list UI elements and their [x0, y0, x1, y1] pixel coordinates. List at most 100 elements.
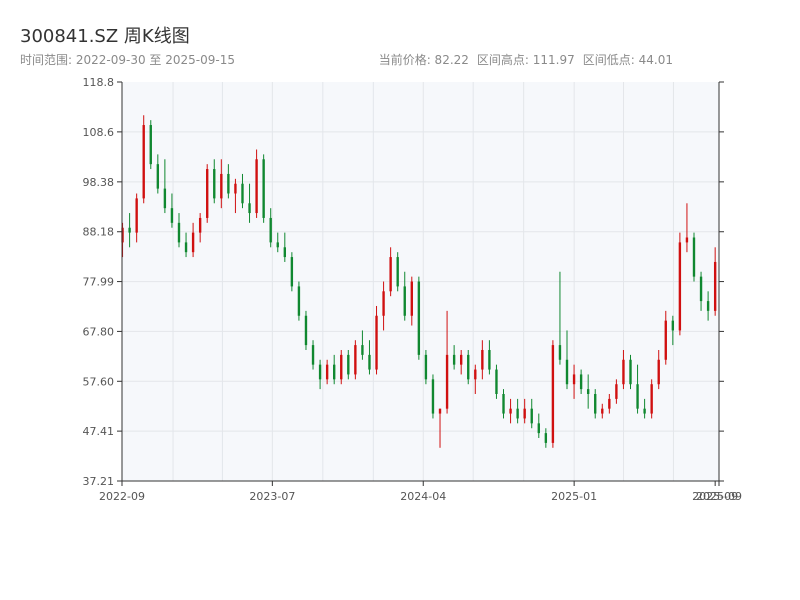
- candle: [255, 149, 258, 218]
- candle-body: [184, 242, 188, 253]
- candle-body: [142, 125, 145, 199]
- grid-layer: [122, 82, 719, 481]
- candle: [340, 349, 343, 385]
- candle: [692, 232, 696, 282]
- candle-body: [544, 433, 548, 443]
- y-tick-label: 37.21: [83, 475, 115, 488]
- kline-chart: 37.21 47.41 57.60 67.80 77.99 88.18 98.38 108.6…: [83, 76, 742, 503]
- candle-body: [220, 173, 223, 199]
- y-tick-label: 47.41: [83, 425, 115, 438]
- candle-body: [452, 354, 456, 365]
- candle-body: [318, 364, 322, 380]
- x-tick-label: 2023-07: [249, 490, 295, 503]
- y-tick-label: 77.99: [83, 276, 115, 289]
- candle-body: [191, 232, 195, 253]
- candle-body: [375, 315, 378, 370]
- candle: [290, 252, 294, 292]
- candle-body: [213, 169, 216, 199]
- candle-body: [283, 247, 287, 258]
- candle-body: [241, 183, 244, 204]
- candle: [495, 364, 498, 399]
- candle-body: [615, 384, 618, 399]
- candle-body: [636, 384, 639, 409]
- candle-body: [297, 286, 301, 316]
- candle-body: [424, 354, 428, 380]
- y-tick-label: 88.18: [83, 226, 115, 239]
- candle: [304, 310, 308, 350]
- candle-body: [530, 408, 533, 424]
- x-tick-label: 2022-09: [99, 490, 145, 503]
- candle-body: [699, 276, 703, 302]
- y-tick-label: 118.8: [83, 76, 115, 89]
- candle-body: [608, 398, 611, 409]
- candle-body: [495, 369, 498, 395]
- candle: [417, 276, 421, 360]
- candle: [375, 305, 378, 375]
- candle-body: [149, 125, 152, 165]
- candle-body: [629, 359, 632, 385]
- candle: [297, 281, 301, 321]
- y-tick-label: 57.60: [83, 375, 115, 388]
- candle-body: [333, 364, 336, 380]
- x-tick-label: 2025-01: [551, 490, 597, 503]
- candle-body: [445, 354, 449, 409]
- candle-body: [269, 217, 272, 243]
- candle-body: [198, 217, 202, 233]
- candle-body: [488, 349, 491, 370]
- candle-body: [396, 257, 399, 287]
- candle-body: [706, 301, 710, 311]
- candle: [431, 374, 435, 419]
- candle-body: [650, 384, 653, 414]
- candle-body: [417, 281, 421, 355]
- candle: [629, 354, 632, 390]
- candle-body: [325, 364, 329, 380]
- candle-body: [685, 237, 689, 243]
- candle: [354, 340, 357, 380]
- candle-body: [523, 408, 526, 419]
- y-tick-label: 67.80: [83, 325, 115, 338]
- candle-body: [347, 354, 350, 375]
- candle-body: [227, 173, 230, 194]
- candle-body: [537, 423, 540, 434]
- candle: [396, 252, 399, 292]
- candle-body: [403, 286, 406, 316]
- candle: [467, 349, 470, 385]
- candle-body: [622, 359, 625, 385]
- candle-body: [177, 222, 181, 243]
- candle: [424, 349, 428, 385]
- candle: [149, 120, 152, 170]
- candle-body: [135, 198, 138, 233]
- candle-body: [128, 227, 131, 233]
- candle-body: [502, 394, 505, 414]
- candle-body: [290, 257, 294, 287]
- candle-body: [382, 291, 385, 316]
- candle-body: [601, 408, 604, 414]
- y-tick-label: 98.38: [83, 176, 115, 189]
- candle: [262, 154, 265, 223]
- candle-body: [354, 345, 357, 375]
- candle-body: [262, 159, 265, 218]
- candle-body: [516, 408, 519, 419]
- candle-body: [163, 188, 167, 209]
- candle-body: [558, 345, 562, 360]
- candle-body: [572, 374, 576, 385]
- candle-body: [304, 315, 308, 346]
- candle-body: [276, 242, 279, 248]
- candle-body: [713, 261, 717, 311]
- candle: [206, 164, 209, 223]
- candle-body: [389, 257, 392, 292]
- candle-body: [509, 408, 512, 414]
- candle-body: [311, 345, 315, 365]
- candle-body: [551, 345, 555, 443]
- candle-body: [474, 369, 477, 380]
- candle-body: [657, 359, 660, 385]
- candle-body: [255, 159, 258, 214]
- candle-body: [206, 169, 209, 218]
- candle-body: [368, 354, 371, 370]
- x-tick-label: 2024-04: [400, 490, 446, 503]
- candle-body: [586, 389, 590, 395]
- candle-body: [579, 374, 583, 390]
- candle-body: [565, 359, 569, 385]
- candle-body: [678, 242, 682, 331]
- candle-body: [671, 320, 675, 331]
